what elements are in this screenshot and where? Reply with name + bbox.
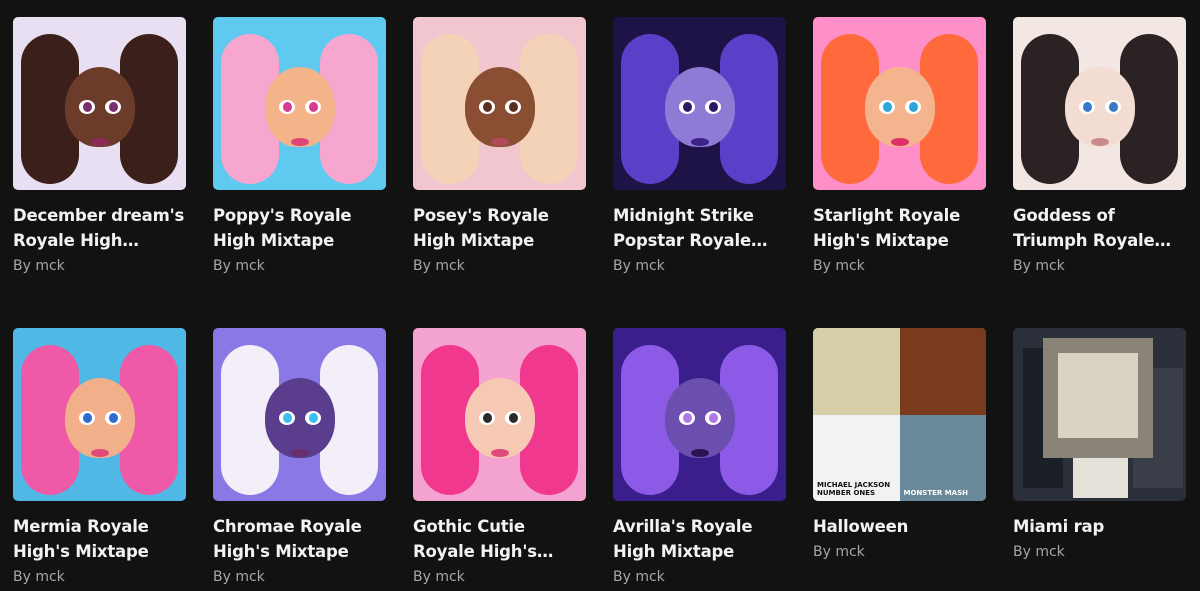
character-lips [1090, 138, 1109, 147]
character-eye [305, 100, 321, 115]
character-eye [1105, 100, 1121, 115]
character-face [64, 377, 135, 458]
playlist-owner: By mck [213, 569, 265, 585]
playlist-owner: By mck [413, 258, 465, 274]
playlist-owner: By mck [613, 569, 665, 585]
collage-tile [899, 328, 986, 415]
character-eye [879, 100, 895, 115]
character-lips [290, 138, 309, 147]
cover-scene-block [1073, 458, 1128, 498]
playlist-title[interactable]: Gothic Cutie Royale High's Mixtape [413, 514, 586, 564]
playlist-card[interactable]: Poppy's Royale High Mixtape By mck [213, 17, 386, 328]
playlist-owner: By mck [413, 569, 465, 585]
character-face [264, 66, 335, 147]
cover-collage: MICHAEL JACKSON NUMBER ONES MONSTER MASH [813, 328, 986, 501]
playlist-card[interactable]: MICHAEL JACKSON NUMBER ONES MONSTER MASH H… [813, 328, 986, 590]
playlist-title[interactable]: Halloween [813, 514, 986, 539]
character-lips [490, 138, 509, 147]
character-eye [1079, 100, 1095, 115]
playlist-title[interactable]: Goddess of Triumph Royale… [1013, 203, 1186, 253]
collage-tile: MICHAEL JACKSON NUMBER ONES [813, 414, 900, 501]
character-eye [905, 100, 921, 115]
playlist-cover-image[interactable] [213, 328, 386, 501]
playlist-card[interactable]: Posey's Royale High Mixtape By mck [413, 17, 586, 328]
playlist-cover-image[interactable] [413, 17, 586, 190]
collage-tile [813, 328, 900, 415]
playlist-title[interactable]: Posey's Royale High Mixtape [413, 203, 586, 253]
playlist-cover-image[interactable]: MICHAEL JACKSON NUMBER ONES MONSTER MASH [813, 328, 986, 501]
playlist-card[interactable]: Chromae Royale High's Mixtape By mck [213, 328, 386, 590]
character-eye [105, 411, 121, 426]
playlist-owner: By mck [1013, 544, 1065, 560]
playlist-owner: By mck [813, 258, 865, 274]
character-eye [505, 100, 521, 115]
character-eye [279, 411, 295, 426]
playlist-card[interactable]: Goddess of Triumph Royale… By mck [1013, 17, 1186, 328]
playlist-title[interactable]: Miami rap [1013, 514, 1186, 539]
character-eye [505, 411, 521, 426]
playlist-title[interactable]: December dream's Royale High Record [13, 203, 186, 253]
playlist-title[interactable]: Poppy's Royale High Mixtape [213, 203, 386, 253]
character-eye [705, 100, 721, 115]
character-face [664, 377, 735, 458]
character-lips [690, 138, 709, 147]
playlist-owner: By mck [13, 258, 65, 274]
cover-scene-block [1058, 353, 1138, 438]
playlist-card[interactable]: December dream's Royale High Record By mc… [13, 17, 186, 328]
playlist-cover-image[interactable] [1013, 17, 1186, 190]
playlist-cover-image[interactable] [613, 328, 786, 501]
character-eye [479, 100, 495, 115]
collage-tile-text: MICHAEL JACKSON NUMBER ONES [817, 481, 891, 497]
collage-tile: MONSTER MASH [899, 414, 986, 501]
character-eye [279, 100, 295, 115]
character-eye [79, 100, 95, 115]
playlist-cover-image[interactable] [813, 17, 986, 190]
character-lips [890, 138, 909, 147]
character-lips [490, 449, 509, 458]
playlist-title[interactable]: Starlight Royale High's Mixtape [813, 203, 986, 253]
character-lips [690, 449, 709, 458]
character-face [264, 377, 335, 458]
playlist-owner: By mck [213, 258, 265, 274]
playlist-cover-image[interactable] [613, 17, 786, 190]
character-face [64, 66, 135, 147]
collage-tile-text: MONSTER MASH [903, 489, 968, 497]
playlist-title[interactable]: Avrilla's Royale High Mixtape [613, 514, 786, 564]
playlist-owner: By mck [1013, 258, 1065, 274]
playlist-owner: By mck [813, 544, 865, 560]
playlist-cover-image[interactable] [413, 328, 586, 501]
playlist-card[interactable]: Mermia Royale High's Mixtape By mck [13, 328, 186, 590]
playlist-cover-image[interactable] [1013, 328, 1186, 501]
character-eye [479, 411, 495, 426]
playlist-owner: By mck [13, 569, 65, 585]
character-eye [705, 411, 721, 426]
playlist-card[interactable]: Starlight Royale High's Mixtape By mck [813, 17, 986, 328]
character-lips [290, 449, 309, 458]
character-face [664, 66, 735, 147]
playlist-cover-image[interactable] [13, 328, 186, 501]
playlist-card[interactable]: Miami rap By mck [1013, 328, 1186, 590]
character-face [864, 66, 935, 147]
playlist-title[interactable]: Mermia Royale High's Mixtape [13, 514, 186, 564]
playlist-cover-image[interactable] [13, 17, 186, 190]
playlist-card[interactable]: Gothic Cutie Royale High's Mixtape By mck [413, 328, 586, 590]
playlist-cover-image[interactable] [213, 17, 386, 190]
character-eye [305, 411, 321, 426]
character-face [464, 66, 535, 147]
character-eye [105, 100, 121, 115]
character-eye [79, 411, 95, 426]
character-face [1064, 66, 1135, 147]
playlist-title[interactable]: Chromae Royale High's Mixtape [213, 514, 386, 564]
character-eye [679, 100, 695, 115]
playlist-card[interactable]: Midnight Strike Popstar Royale… By mck [613, 17, 786, 328]
character-lips [90, 449, 109, 458]
playlist-title[interactable]: Midnight Strike Popstar Royale… [613, 203, 786, 253]
character-lips [90, 138, 109, 147]
character-eye [679, 411, 695, 426]
character-face [464, 377, 535, 458]
playlist-card[interactable]: Avrilla's Royale High Mixtape By mck [613, 328, 786, 590]
playlist-owner: By mck [613, 258, 665, 274]
playlist-grid: December dream's Royale High Record By mc… [13, 17, 1186, 590]
